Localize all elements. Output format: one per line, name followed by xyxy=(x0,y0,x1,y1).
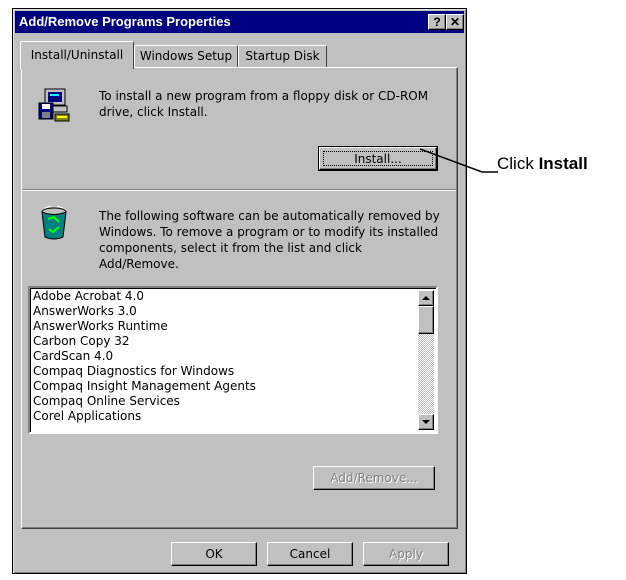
list-item[interactable]: Compaq Insight Management Agents xyxy=(33,379,256,394)
list-item[interactable]: AnswerWorks Runtime xyxy=(33,319,256,334)
add-remove-button-label: Add/Remove... xyxy=(330,471,418,485)
remove-text-line4: Add/Remove. xyxy=(99,257,179,271)
list-item[interactable]: Adobe Acrobat 4.0 xyxy=(33,289,256,304)
program-list-items: Adobe Acrobat 4.0 AnswerWorks 3.0 Answer… xyxy=(33,289,256,424)
ok-button[interactable]: OK xyxy=(171,542,257,566)
tab-install-uninstall[interactable]: Install/Uninstall xyxy=(20,41,134,69)
floppy-computer-icon xyxy=(37,87,71,123)
window-title: Add/Remove Programs Properties xyxy=(19,14,231,29)
remove-instructions: The following software can be automatica… xyxy=(99,208,440,272)
tab-install-uninstall-label: Install/Uninstall xyxy=(30,48,124,62)
cancel-button[interactable]: Cancel xyxy=(267,542,353,566)
install-instructions: To install a new program from a floppy d… xyxy=(99,88,428,120)
close-button[interactable]: ✕ xyxy=(446,14,464,30)
title-bar[interactable]: Add/Remove Programs Properties ? ✕ xyxy=(15,11,464,33)
list-item[interactable]: AnswerWorks 3.0 xyxy=(33,304,256,319)
remove-text-line3: components, select it from the list and … xyxy=(99,241,362,255)
remove-text-line2: Windows. To remove a program or to modif… xyxy=(99,225,439,239)
up-arrow-icon xyxy=(422,296,430,300)
tab-startup-disk-label: Startup Disk xyxy=(245,49,320,63)
cancel-button-label: Cancel xyxy=(289,547,331,561)
help-button[interactable]: ? xyxy=(428,14,446,30)
callout-prefix: Click xyxy=(497,154,539,173)
list-item[interactable]: Corel Applications xyxy=(33,409,256,424)
scroll-down-button[interactable] xyxy=(418,414,434,430)
callout-emphasis: Install xyxy=(538,154,588,173)
tab-windows-setup-label: Windows Setup xyxy=(139,49,233,63)
scroll-up-button[interactable] xyxy=(418,290,434,306)
callout-pointer-line xyxy=(420,148,498,173)
list-item[interactable]: Compaq Online Services xyxy=(33,394,256,409)
vertical-scrollbar[interactable] xyxy=(418,290,434,430)
tab-startup-disk[interactable]: Startup Disk xyxy=(238,45,327,67)
remove-text-line1: The following software can be automatica… xyxy=(99,209,440,223)
ok-button-label: OK xyxy=(205,547,223,561)
scroll-thumb[interactable] xyxy=(418,306,434,334)
tab-windows-setup[interactable]: Windows Setup xyxy=(134,45,238,67)
apply-button-label: Apply xyxy=(389,547,423,561)
down-arrow-icon xyxy=(422,420,430,424)
install-text-line1: To install a new program from a floppy d… xyxy=(99,89,429,103)
install-button-label: Install... xyxy=(354,152,402,166)
recycle-bin-icon xyxy=(37,205,71,241)
install-text-line2: drive, click Install. xyxy=(99,105,208,119)
list-item[interactable]: CardScan 4.0 xyxy=(33,349,256,364)
list-item[interactable]: Carbon Copy 32 xyxy=(33,334,256,349)
add-remove-button[interactable]: Add/Remove... xyxy=(313,466,435,490)
callout-label: Click Install xyxy=(497,154,588,174)
list-item[interactable]: Compaq Diagnostics for Windows xyxy=(33,364,256,379)
apply-button[interactable]: Apply xyxy=(363,542,449,566)
separator xyxy=(23,189,456,191)
program-list[interactable]: Adobe Acrobat 4.0 AnswerWorks 3.0 Answer… xyxy=(28,286,438,434)
